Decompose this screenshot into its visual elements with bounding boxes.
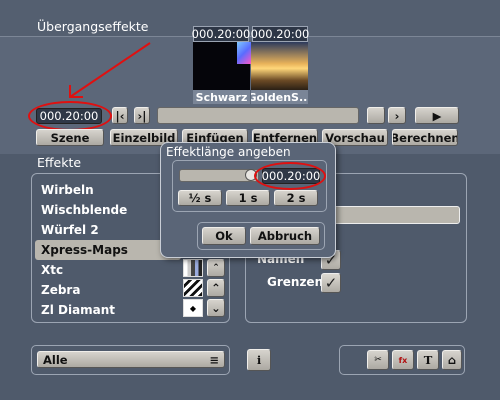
fx-icon: fx bbox=[398, 355, 408, 365]
berechnen-button[interactable]: Berechnen bbox=[392, 129, 458, 146]
prev-frame-button-overlay bbox=[367, 107, 385, 124]
filter-value: Alle bbox=[43, 352, 68, 367]
filter-dropdown[interactable]: Alle ≡ bbox=[37, 351, 225, 368]
zebra-effect-icon bbox=[183, 279, 203, 297]
skip-forward-icon: ›| bbox=[137, 108, 147, 123]
dialog-title: Effektlänge angeben bbox=[166, 145, 291, 159]
scroll-up-button[interactable]: ⌃ bbox=[207, 279, 225, 297]
timeline-slider[interactable] bbox=[157, 107, 359, 124]
effects-title: Effekte bbox=[37, 155, 82, 170]
list-item[interactable]: Xtc bbox=[35, 260, 181, 280]
info-button[interactable]: i bbox=[247, 349, 271, 371]
grenzen-checkbox[interactable]: ✓ bbox=[321, 273, 341, 293]
fx-tool-button[interactable]: fx bbox=[392, 350, 414, 370]
skip-forward-button[interactable]: ›| bbox=[134, 107, 150, 124]
ok-button[interactable]: Ok bbox=[202, 227, 246, 245]
chevron-right-icon: › bbox=[394, 108, 400, 123]
thumb-label-left: Schwarz bbox=[193, 90, 250, 104]
scroll-top-button[interactable]: ⌃ bbox=[207, 259, 225, 277]
skip-back-button[interactable]: |‹ bbox=[112, 107, 128, 124]
thumb-time-right: 000.20:00 bbox=[250, 26, 310, 42]
text-tool-button[interactable]: T bbox=[417, 350, 439, 370]
transition-preview-icon bbox=[237, 42, 251, 64]
szene-button[interactable]: Szene bbox=[36, 129, 104, 146]
grenzen-label: Grenzen bbox=[267, 275, 324, 289]
options-selected-row[interactable] bbox=[330, 206, 460, 224]
text-icon: T bbox=[423, 353, 433, 367]
play-icon: ▶ bbox=[432, 108, 442, 123]
thumbnail-sunset[interactable] bbox=[251, 42, 308, 90]
thumb-time-left: 000.20:00 bbox=[191, 26, 251, 42]
list-item[interactable]: Zl Diamant bbox=[35, 300, 181, 320]
skip-back-icon: |‹ bbox=[115, 108, 125, 123]
cancel-button[interactable]: Abbruch bbox=[250, 227, 320, 245]
home-icon: ⌂ bbox=[447, 353, 457, 367]
home-button[interactable]: ⌂ bbox=[442, 350, 462, 370]
diamond-effect-icon: ◆ bbox=[183, 299, 203, 317]
next-frame-button[interactable]: › bbox=[388, 107, 406, 124]
two-second-button[interactable]: 2 s bbox=[274, 190, 318, 206]
one-second-button[interactable]: 1 s bbox=[226, 190, 270, 206]
menu-icon: ≡ bbox=[209, 353, 219, 367]
annotation-ellipse-time bbox=[28, 101, 112, 131]
xtc-effect-icon bbox=[183, 259, 203, 277]
play-button[interactable]: ▶ bbox=[415, 107, 459, 124]
annotation-arrow bbox=[69, 42, 151, 98]
half-second-button[interactable]: ½ s bbox=[178, 190, 222, 206]
list-item[interactable]: Zebra bbox=[35, 280, 181, 300]
cut-tool-button[interactable]: ✂ bbox=[367, 350, 389, 370]
page-title: Übergangseffekte bbox=[37, 19, 149, 34]
annotation-ellipse-length bbox=[254, 162, 326, 190]
chevron-down-icon: ⌄ bbox=[211, 301, 221, 315]
thumb-label-right: GoldenS... bbox=[251, 90, 308, 104]
scroll-down-button[interactable]: ⌄ bbox=[207, 299, 225, 317]
cut-icon: ✂ bbox=[374, 355, 382, 365]
check-icon: ✓ bbox=[324, 274, 338, 292]
chevron-up-icon: ⌃ bbox=[211, 281, 221, 295]
double-chevron-up-icon: ⌃ bbox=[212, 263, 220, 273]
